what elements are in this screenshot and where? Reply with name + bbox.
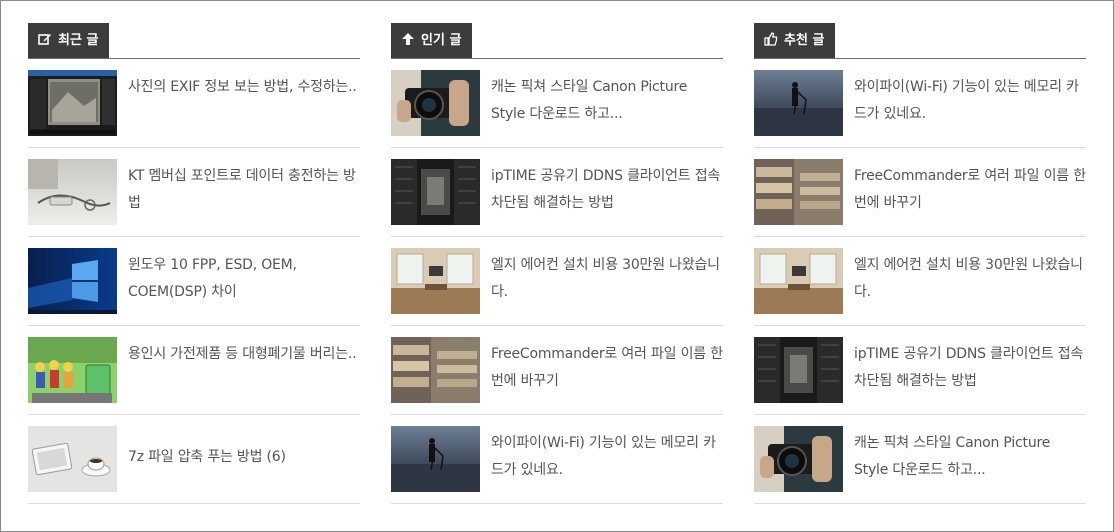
widget-frame: 최근 글 사진의 EXIF 정보 보는 방법, 수정하는.. KT 멤버십 포인… xyxy=(0,0,1114,532)
post-title[interactable]: 와이파이(Wi-Fi) 기능이 있는 메모리 카드가 있네요. xyxy=(854,74,1086,128)
post-thumbnail-living-room[interactable] xyxy=(391,248,480,314)
arrow-up-icon xyxy=(401,32,415,46)
post-thumbnail-cable[interactable] xyxy=(28,159,117,225)
post-thumbnail-shelves[interactable] xyxy=(391,337,480,403)
post-item[interactable]: 와이파이(Wi-Fi) 기능이 있는 메모리 카드가 있네요. xyxy=(754,59,1086,148)
tab-popular-posts[interactable]: 인기 글 xyxy=(391,23,473,58)
tab-recent-posts[interactable]: 최근 글 xyxy=(28,23,110,58)
post-item[interactable]: 캐논 픽쳐 스타일 Canon Picture Style 다운로드 하고... xyxy=(754,415,1086,504)
post-item[interactable]: ipTIME 공유기 DDNS 클라이언트 접속 차단됨 해결하는 방법 xyxy=(391,148,723,237)
post-title[interactable]: 사진의 EXIF 정보 보는 방법, 수정하는.. xyxy=(128,74,360,101)
post-thumbnail-living-room[interactable] xyxy=(754,248,843,314)
post-item[interactable]: FreeCommander로 여러 파일 이름 한번에 바꾸기 xyxy=(754,148,1086,237)
post-title[interactable]: 캐논 픽쳐 스타일 Canon Picture Style 다운로드 하고... xyxy=(854,430,1086,484)
post-item[interactable]: ipTIME 공유기 DDNS 클라이언트 접속 차단됨 해결하는 방법 xyxy=(754,326,1086,415)
post-thumbnail-shelves[interactable] xyxy=(754,159,843,225)
post-title[interactable]: ipTIME 공유기 DDNS 클라이언트 접속 차단됨 해결하는 방법 xyxy=(491,163,723,217)
featured-posts-header: 추천 글 xyxy=(754,23,1086,59)
tab-featured-label: 추천 글 xyxy=(784,33,825,48)
post-title[interactable]: 용인시 가전제품 등 대형폐기물 버리는.. xyxy=(128,341,360,368)
thumbs-up-icon xyxy=(764,32,778,46)
post-title[interactable]: 와이파이(Wi-Fi) 기능이 있는 메모리 카드가 있네요. xyxy=(491,430,723,484)
tab-featured-posts[interactable]: 추천 글 xyxy=(754,23,836,58)
popular-posts-column: 인기 글 캐논 픽쳐 스타일 Canon Picture Style 다운로드 … xyxy=(391,23,723,504)
popular-posts-header: 인기 글 xyxy=(391,23,723,59)
post-title[interactable]: 엘지 에어컨 설치 비용 30만원 나왔습니다. xyxy=(491,252,723,306)
tab-popular-label: 인기 글 xyxy=(421,33,462,48)
tab-recent-label: 최근 글 xyxy=(58,33,99,48)
post-thumbnail-tablet[interactable] xyxy=(28,426,117,492)
post-item[interactable]: 윈도우 10 FPP, ESD, OEM, COEM(DSP) 차이 xyxy=(28,237,360,326)
post-thumbnail-server[interactable] xyxy=(391,159,480,225)
post-thumbnail-camera[interactable] xyxy=(391,70,480,136)
post-item[interactable]: 7z 파일 압축 푸는 방법 (6) xyxy=(28,415,360,504)
post-thumbnail-exif[interactable] xyxy=(28,70,117,136)
post-item[interactable]: FreeCommander로 여러 파일 이름 한번에 바꾸기 xyxy=(391,326,723,415)
post-title[interactable]: FreeCommander로 여러 파일 이름 한번에 바꾸기 xyxy=(491,341,723,395)
post-thumbnail-camera[interactable] xyxy=(754,426,843,492)
post-item[interactable]: KT 멤버십 포인트로 데이터 충전하는 방법 xyxy=(28,148,360,237)
post-title[interactable]: 윈도우 10 FPP, ESD, OEM, COEM(DSP) 차이 xyxy=(128,252,360,306)
post-item[interactable]: 사진의 EXIF 정보 보는 방법, 수정하는.. xyxy=(28,59,360,148)
post-item[interactable]: 용인시 가전제품 등 대형폐기물 버리는.. xyxy=(28,326,360,415)
post-title[interactable]: 엘지 에어컨 설치 비용 30만원 나왔습니다. xyxy=(854,252,1086,306)
post-item[interactable]: 엘지 에어컨 설치 비용 30만원 나왔습니다. xyxy=(754,237,1086,326)
edit-icon xyxy=(38,32,52,46)
featured-posts-column: 추천 글 와이파이(Wi-Fi) 기능이 있는 메모리 카드가 있네요. Fre… xyxy=(754,23,1086,504)
post-title[interactable]: FreeCommander로 여러 파일 이름 한번에 바꾸기 xyxy=(854,163,1086,217)
post-title[interactable]: ipTIME 공유기 DDNS 클라이언트 접속 차단됨 해결하는 방법 xyxy=(854,341,1086,395)
post-thumbnail-beach[interactable] xyxy=(754,70,843,136)
recent-posts-column: 최근 글 사진의 EXIF 정보 보는 방법, 수정하는.. KT 멤버십 포인… xyxy=(28,23,360,504)
post-item[interactable]: 캐논 픽쳐 스타일 Canon Picture Style 다운로드 하고... xyxy=(391,59,723,148)
post-title[interactable]: 7z 파일 압축 푸는 방법 (6) xyxy=(128,444,360,471)
post-title[interactable]: KT 멤버십 포인트로 데이터 충전하는 방법 xyxy=(128,163,360,217)
post-thumbnail-recycling[interactable] xyxy=(28,337,117,403)
post-thumbnail-server[interactable] xyxy=(754,337,843,403)
post-title[interactable]: 캐논 픽쳐 스타일 Canon Picture Style 다운로드 하고... xyxy=(491,74,723,128)
post-thumbnail-beach[interactable] xyxy=(391,426,480,492)
post-item[interactable]: 엘지 에어컨 설치 비용 30만원 나왔습니다. xyxy=(391,237,723,326)
post-thumbnail-windows[interactable] xyxy=(28,248,117,314)
post-item[interactable]: 와이파이(Wi-Fi) 기능이 있는 메모리 카드가 있네요. xyxy=(391,415,723,504)
recent-posts-header: 최근 글 xyxy=(28,23,360,59)
